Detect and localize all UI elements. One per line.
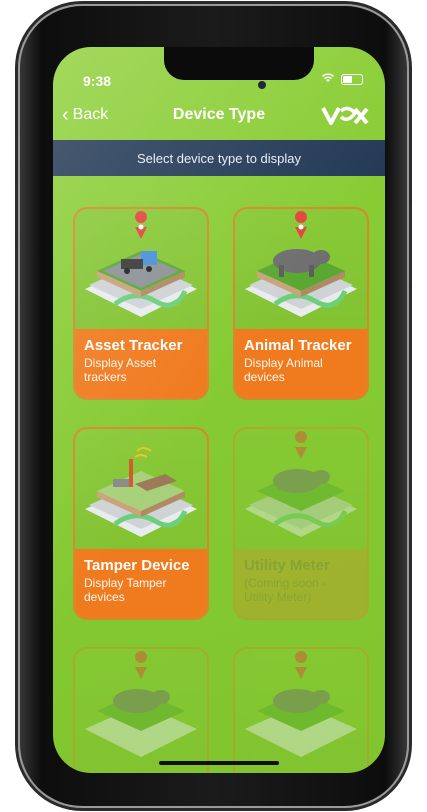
status-icons <box>321 72 363 86</box>
device-card-asset-tracker[interactable]: Asset Tracker Display Asset trackers <box>73 207 209 400</box>
device-card-placeholder <box>73 647 209 773</box>
front-camera <box>258 81 266 89</box>
rhino-map-illustration <box>245 211 357 317</box>
wifi-icon <box>321 72 335 86</box>
battery-icon <box>341 73 363 85</box>
tamper-sensor-illustration <box>85 447 197 537</box>
mute-switch <box>15 134 18 162</box>
device-card-description: Display Animal devices <box>244 356 323 384</box>
device-card-label: Asset Tracker Display Asset trackers <box>75 329 207 398</box>
home-indicator[interactable] <box>159 761 279 765</box>
device-card-label: Tamper Device Display Tamper devices <box>75 549 207 618</box>
navigation-bar: ‹ Back Device Type <box>53 97 385 135</box>
device-card-animal-tracker[interactable]: Animal Tracker Display Animal devices <box>233 207 369 400</box>
device-card-description: Display Tamper devices <box>84 576 167 604</box>
device-card-label: Utility Meter (Coming soon - Utility Met… <box>235 549 367 618</box>
app-screen: 9:38 ‹ Back Device Type Select device ty… <box>53 47 385 773</box>
rhino-map-illustration <box>85 651 197 757</box>
rhino-map-illustration <box>245 431 357 537</box>
device-card-name: Utility Meter <box>244 557 330 574</box>
device-card-utility-meter: Utility Meter (Coming soon - Utility Met… <box>233 427 369 620</box>
phone-notch <box>164 47 314 80</box>
rhino-map-illustration <box>245 651 357 757</box>
status-time: 9:38 <box>83 73 112 89</box>
device-card-label: Animal Tracker Display Animal devices <box>235 329 367 398</box>
power-button <box>409 204 412 284</box>
volume-up-button <box>15 184 18 236</box>
instruction-banner: Select device type to display <box>53 140 385 176</box>
device-card-tamper-device[interactable]: Tamper Device Display Tamper devices <box>73 427 209 620</box>
device-card-name: Asset Tracker <box>84 337 183 354</box>
device-card-name: Tamper Device <box>84 557 190 574</box>
device-card-description: Display Asset trackers <box>84 356 157 384</box>
device-card-placeholder <box>233 647 369 773</box>
volume-down-button <box>15 248 18 300</box>
truck-map-illustration <box>85 211 197 317</box>
device-card-name: Animal Tracker <box>244 337 352 354</box>
vox-logo <box>321 106 369 125</box>
device-card-description: (Coming soon - Utility Meter) <box>244 576 327 604</box>
